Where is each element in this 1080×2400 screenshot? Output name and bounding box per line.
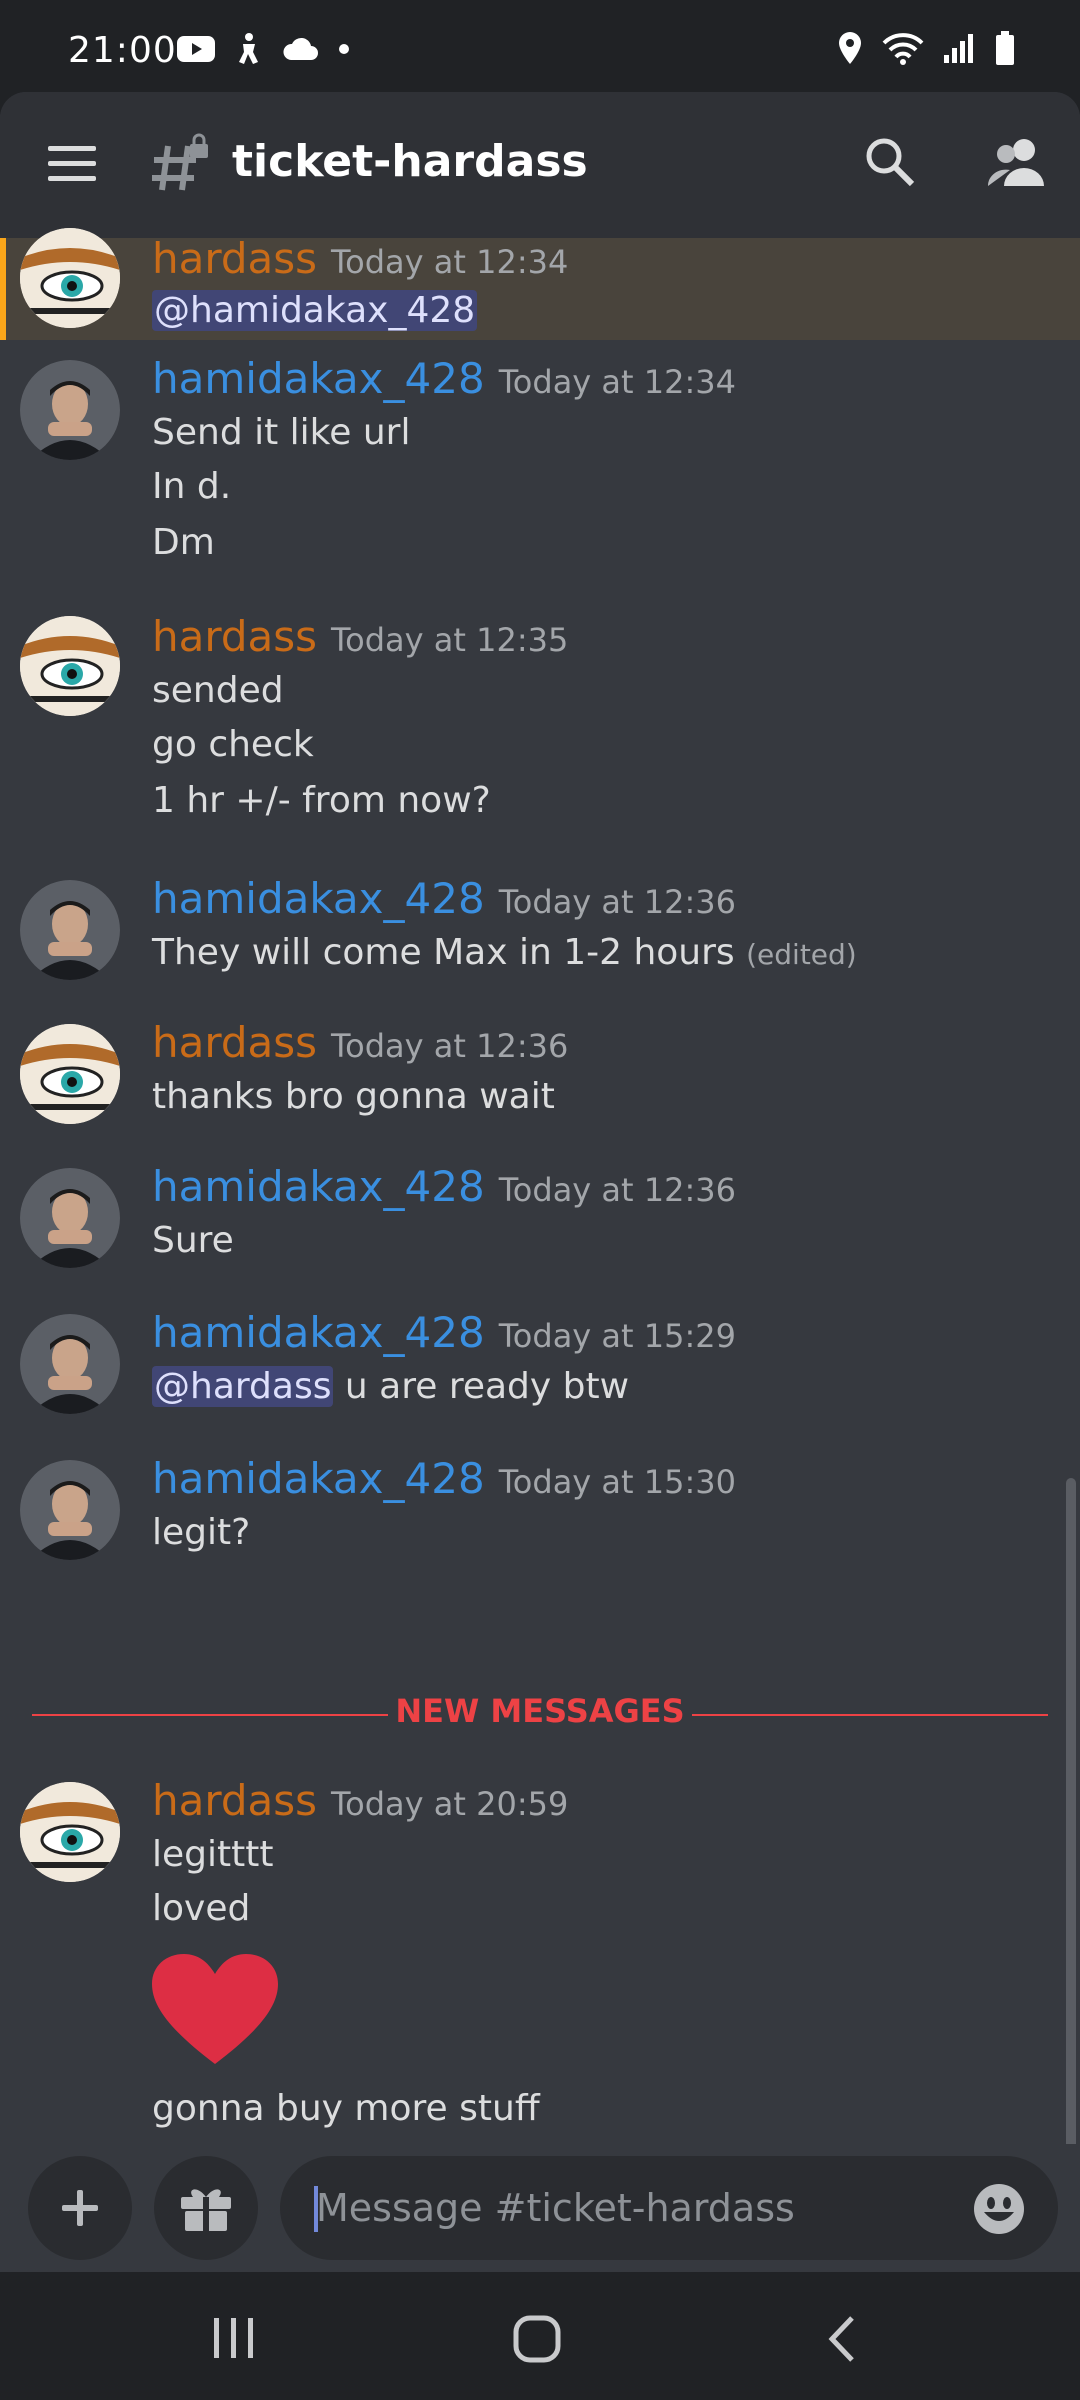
status-time: 21:00 (68, 30, 177, 71)
message-body: They will come Max in 1-2 hours (152, 932, 735, 973)
message-text: sended (152, 670, 284, 711)
signal-icon (944, 34, 973, 63)
message-text: gonna buy more stuff (152, 2088, 540, 2129)
locked-channel-hash-icon (150, 132, 210, 198)
author-name[interactable]: hamidakax_428 (152, 354, 485, 403)
message-author[interactable]: hardass Today at 12:34 (152, 234, 568, 283)
author-name[interactable]: hardass (152, 234, 317, 283)
message-timestamp: Today at 12:36 (498, 1171, 736, 1209)
message-timestamp: Today at 12:34 (498, 363, 736, 401)
message-text: Dm (152, 522, 215, 563)
message-list: hardass Today at 12:34 @hamidakax_428 ham… (0, 228, 1080, 2268)
message-text: legitttt (152, 1834, 274, 1875)
message-text: legit? (152, 1512, 251, 1553)
gift-icon (181, 2189, 231, 2231)
avatar-hamidakax[interactable] (20, 1460, 120, 1560)
emoji-picker-icon[interactable] (972, 2182, 1026, 2240)
message-text: 1 hr +/- from now? (152, 780, 491, 821)
avatar-hardass[interactable] (20, 616, 120, 716)
attach-button[interactable] (28, 2156, 132, 2260)
message-timestamp: Today at 15:30 (498, 1463, 736, 1501)
system-nav-bar (0, 2272, 1080, 2400)
back-icon[interactable] (824, 2314, 860, 2368)
youtube-icon (177, 36, 215, 62)
message-author[interactable]: hamidakax_428 Today at 15:29 (152, 1308, 736, 1357)
user-mention[interactable]: @hamidakax_428 (152, 290, 478, 331)
new-messages-label: NEW MESSAGES (388, 1692, 692, 1730)
message-timestamp: Today at 12:36 (498, 883, 736, 921)
home-icon[interactable] (512, 2314, 564, 2368)
menu-icon[interactable] (48, 144, 100, 188)
message-body: u are ready btw (333, 1366, 630, 1407)
notification-dot-icon (339, 44, 349, 54)
author-name[interactable]: hamidakax_428 (152, 874, 485, 923)
heart-emoji-icon (150, 1952, 280, 2072)
message-text: They will come Max in 1-2 hours (edited) (152, 932, 857, 973)
message-text: @hamidakax_428 (152, 290, 478, 331)
recent-apps-icon[interactable] (212, 2316, 256, 2364)
message-timestamp: Today at 12:34 (331, 243, 569, 281)
channel-title: ticket-hardass (232, 136, 588, 187)
cloud-icon (283, 37, 318, 60)
message-author[interactable]: hardass Today at 12:35 (152, 612, 568, 661)
message-author[interactable]: hamidakax_428 Today at 12:34 (152, 354, 736, 403)
message-timestamp: Today at 15:29 (498, 1317, 736, 1355)
accessibility-icon (239, 33, 258, 64)
message-text: loved (152, 1888, 251, 1929)
message-author[interactable]: hamidakax_428 Today at 15:30 (152, 1454, 736, 1503)
message-author[interactable]: hardass Today at 12:36 (152, 1018, 568, 1067)
battery-icon (996, 31, 1014, 65)
message-composer: Message #ticket-hardass (0, 2144, 1080, 2272)
plus-icon (62, 2190, 98, 2226)
gift-button[interactable] (154, 2156, 258, 2260)
avatar-hardass[interactable] (20, 1024, 120, 1124)
avatar-hamidakax[interactable] (20, 880, 120, 980)
chat-panel: ticket-hardass hardass Today at 12:34 @ha… (0, 92, 1080, 2272)
message-input-placeholder: Message #ticket-hardass (316, 2186, 795, 2230)
message-text: thanks bro gonna wait (152, 1076, 555, 1117)
message-author[interactable]: hamidakax_428 Today at 12:36 (152, 1162, 736, 1211)
wifi-icon (882, 33, 924, 65)
location-icon (839, 32, 861, 64)
avatar-hamidakax[interactable] (20, 1168, 120, 1268)
message-timestamp: Today at 20:59 (331, 1785, 569, 1823)
avatar-hamidakax[interactable] (20, 1314, 120, 1414)
message-text: @hardass u are ready btw (152, 1366, 629, 1407)
message-author[interactable]: hamidakax_428 Today at 12:36 (152, 874, 736, 923)
author-name[interactable]: hardass (152, 1018, 317, 1067)
message-timestamp: Today at 12:36 (331, 1027, 569, 1065)
user-mention[interactable]: @hardass (152, 1366, 334, 1407)
author-name[interactable]: hamidakax_428 (152, 1454, 485, 1503)
author-name[interactable]: hamidakax_428 (152, 1162, 485, 1211)
edited-label: (edited) (746, 938, 857, 971)
message-text: Sure (152, 1220, 234, 1261)
message-input[interactable]: Message #ticket-hardass (280, 2156, 1058, 2260)
author-name[interactable]: hardass (152, 1776, 317, 1825)
message-text: In d. (152, 466, 232, 507)
author-name[interactable]: hardass (152, 612, 317, 661)
avatar-hardass[interactable] (20, 1782, 120, 1882)
author-name[interactable]: hamidakax_428 (152, 1308, 485, 1357)
message-text: go check (152, 724, 314, 765)
status-bar: 21:00 (0, 0, 1080, 92)
message-author[interactable]: hardass Today at 20:59 (152, 1776, 568, 1825)
message-text: Send it like url (152, 412, 411, 453)
channel-header: ticket-hardass (0, 92, 1080, 238)
avatar-hamidakax[interactable] (20, 360, 120, 460)
message-timestamp: Today at 12:35 (331, 621, 569, 659)
members-icon[interactable] (986, 136, 1046, 192)
search-icon[interactable] (864, 136, 916, 192)
avatar-hardass[interactable] (20, 228, 120, 328)
